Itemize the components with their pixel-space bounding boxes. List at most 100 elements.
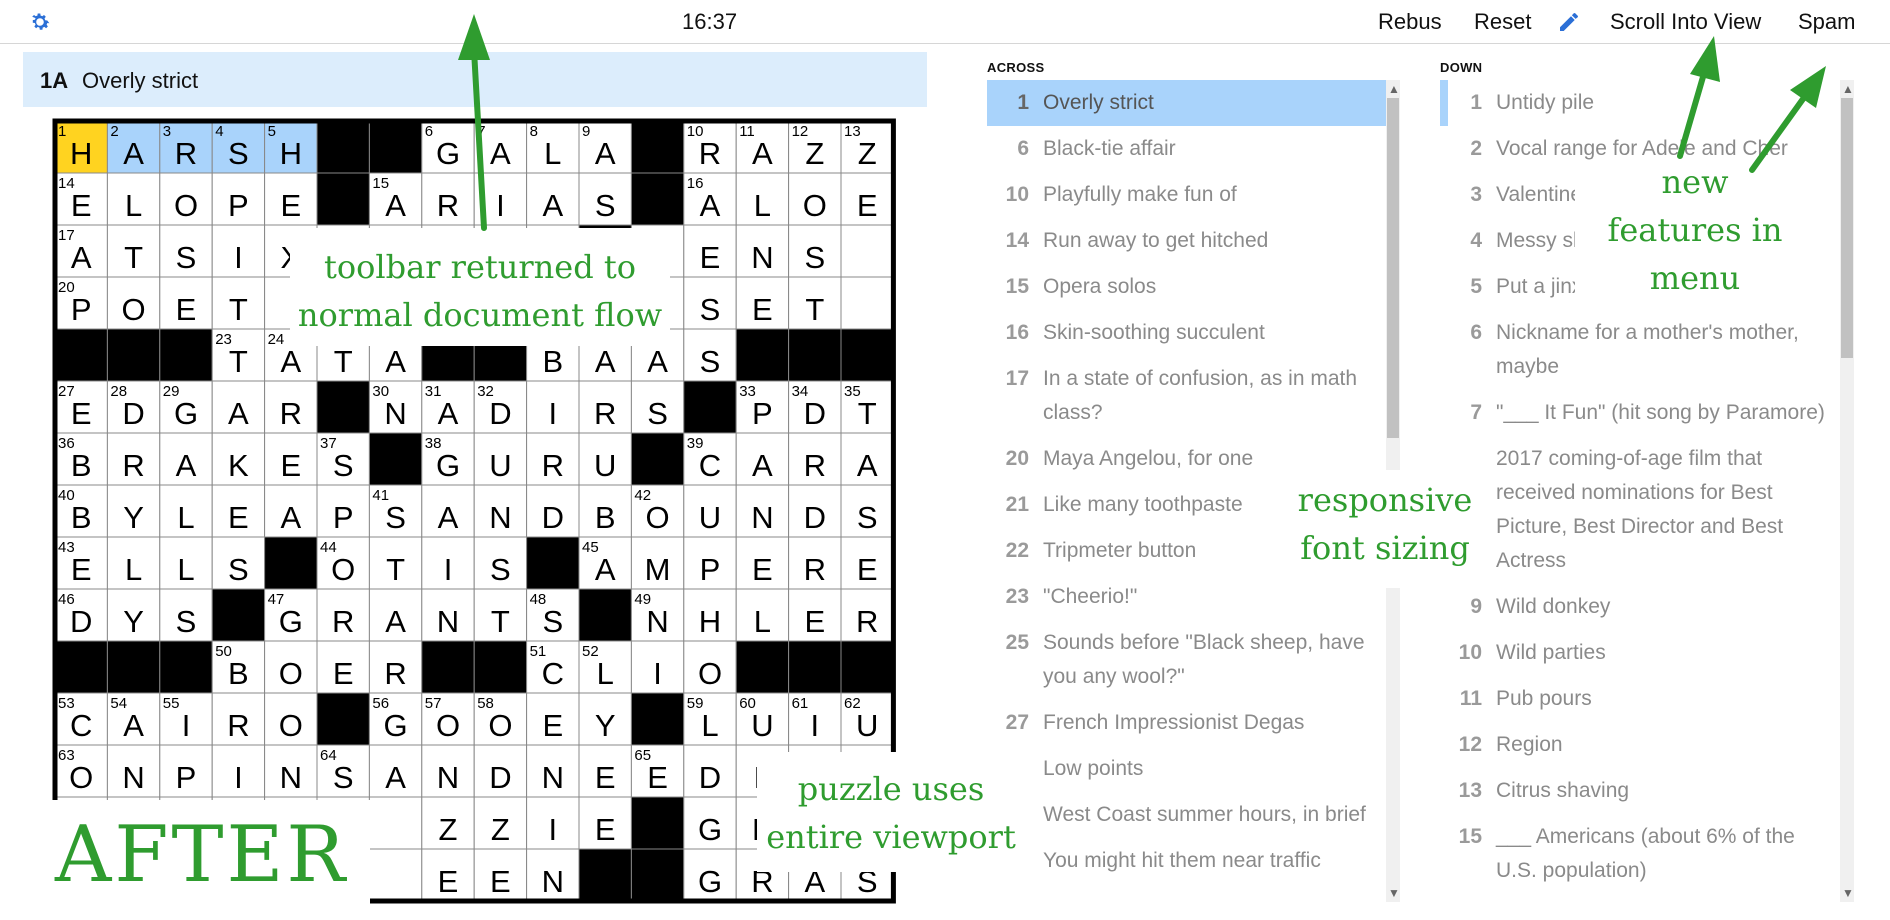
black-square bbox=[211, 588, 266, 642]
cell-letter: A bbox=[280, 500, 301, 535]
cell-letter: P bbox=[176, 760, 197, 795]
cell-letter: S bbox=[542, 604, 563, 639]
cell-letter: L bbox=[177, 552, 194, 587]
black-square bbox=[368, 432, 423, 486]
down-clue-7[interactable]: 7 "___ It Fun" (hit song by Paramore) bbox=[1440, 390, 1838, 436]
cell-letter: I bbox=[496, 188, 505, 223]
clue-number: 13 bbox=[1458, 779, 1482, 802]
black-square bbox=[473, 640, 528, 694]
cell-number: 3 bbox=[163, 123, 171, 140]
cell-letter: E bbox=[804, 604, 825, 639]
reset-button[interactable]: Reset bbox=[1474, 9, 1531, 35]
cell-letter: D bbox=[804, 500, 826, 535]
black-square bbox=[316, 120, 370, 174]
cell-letter: O bbox=[803, 188, 827, 223]
down-clue-12[interactable]: 12 Region bbox=[1440, 722, 1838, 768]
cell-letter: N bbox=[437, 760, 459, 795]
black-square bbox=[630, 172, 685, 226]
across-clue-14[interactable]: 14 Run away to get hitched bbox=[987, 218, 1387, 264]
clue-text: Wild parties bbox=[1496, 641, 1606, 664]
spam-button[interactable]: Spam bbox=[1798, 9, 1855, 35]
cell-letter: A bbox=[123, 136, 144, 171]
cell-letter: R bbox=[122, 448, 144, 483]
black-square bbox=[54, 328, 108, 382]
scroll-up-icon[interactable]: ▲ bbox=[1842, 82, 1854, 96]
annotation-font: responsive font sizing bbox=[1297, 481, 1473, 567]
across-clue-1[interactable]: 1 Overly strict bbox=[987, 80, 1387, 126]
cell-letter: N bbox=[751, 240, 773, 275]
across-clue-10[interactable]: 10 Playfully make fun of bbox=[987, 172, 1387, 218]
across-clue-17[interactable]: 17 In a state of confusion, as in math cl… bbox=[987, 356, 1387, 436]
cell-letter: E bbox=[647, 760, 668, 795]
across-clue-25[interactable]: 25 Sounds before "Black sheep, have you a… bbox=[987, 620, 1387, 700]
down-clue-11[interactable]: 11 Pub pours bbox=[1440, 676, 1838, 722]
down-clue-13[interactable]: 13 Citrus shaving bbox=[1440, 768, 1838, 814]
down-scrollbar[interactable]: ▲ ▼ bbox=[1840, 80, 1854, 902]
across-clue-15[interactable]: 15 Opera solos bbox=[987, 264, 1387, 310]
down-clue-7[interactable]: 2017 coming-of-age film that received no… bbox=[1440, 436, 1838, 584]
gear-icon[interactable] bbox=[28, 10, 52, 34]
across-clue-27[interactable]: 27 French Impressionist Degas bbox=[987, 700, 1387, 746]
rebus-button[interactable]: Rebus bbox=[1378, 9, 1442, 35]
scroll-into-view-button[interactable]: Scroll Into View bbox=[1610, 9, 1761, 35]
cell-letter: G bbox=[436, 136, 460, 171]
cell-letter: A bbox=[700, 188, 721, 223]
across-clue-16[interactable]: 16 Skin-soothing succulent bbox=[987, 310, 1387, 356]
clue-number: 20 bbox=[1005, 447, 1029, 470]
down-scroll-thumb[interactable] bbox=[1841, 98, 1853, 358]
down-clue-1[interactable]: 1 Untidy pile bbox=[1440, 80, 1838, 126]
clue-number: 11 bbox=[1459, 687, 1482, 710]
cell-letter: T bbox=[334, 344, 353, 379]
cell-number: 9 bbox=[582, 123, 590, 140]
cell-letter: I bbox=[234, 240, 243, 275]
across-clue-15[interactable]: You might hit them near traffic bbox=[987, 838, 1387, 884]
cell-letter: A bbox=[857, 448, 878, 483]
cell-letter: N bbox=[646, 604, 668, 639]
down-clue-6[interactable]: 6 Nickname for a mother's mother, maybe bbox=[1440, 310, 1838, 390]
cell-letter: L bbox=[754, 604, 771, 639]
cell-letter: O bbox=[331, 552, 355, 587]
clue-number: 2 bbox=[1470, 137, 1482, 160]
grid-cell[interactable] bbox=[368, 796, 423, 850]
cell-letter: C bbox=[699, 448, 721, 483]
cell-letter: N bbox=[542, 760, 564, 795]
clue-number: 22 bbox=[1005, 539, 1029, 562]
cell-letter: R bbox=[594, 396, 616, 431]
cell-letter: R bbox=[437, 188, 459, 223]
current-clue-number: 1A bbox=[40, 68, 69, 93]
cell-letter: S bbox=[333, 448, 354, 483]
cell-letter: E bbox=[595, 812, 616, 847]
cell-letter: O bbox=[122, 292, 146, 327]
clue-text: Wild donkey bbox=[1496, 595, 1611, 618]
cell-letter: S bbox=[228, 136, 249, 171]
grid-cell[interactable] bbox=[368, 848, 423, 902]
scroll-down-icon[interactable]: ▼ bbox=[1388, 886, 1400, 900]
down-clue-15[interactable]: 15 ___ Americans (about 6% of the U.S. po… bbox=[1440, 814, 1838, 894]
down-clue-10[interactable]: 10 Wild parties bbox=[1440, 630, 1838, 676]
cell-letter: A bbox=[385, 760, 406, 795]
across-scroll-thumb[interactable] bbox=[1387, 98, 1399, 438]
across-clue-14[interactable]: West Coast summer hours, in brief bbox=[987, 792, 1387, 838]
cell-letter: A bbox=[71, 240, 92, 275]
across-clue-13[interactable]: Low points bbox=[987, 746, 1387, 792]
down-clue-9[interactable]: 9 Wild donkey bbox=[1440, 584, 1838, 630]
clue-text: Pub pours bbox=[1496, 687, 1592, 710]
pencil-icon[interactable] bbox=[1557, 10, 1581, 34]
cell-number: 55 bbox=[163, 695, 180, 712]
black-square bbox=[368, 120, 423, 174]
cell-number: 8 bbox=[530, 123, 538, 140]
grid-cell[interactable] bbox=[840, 224, 894, 278]
cell-letter: T bbox=[229, 292, 248, 327]
current-clue-text: Overly strict bbox=[82, 68, 199, 93]
cell-letter: C bbox=[542, 656, 564, 691]
scroll-up-icon[interactable]: ▲ bbox=[1388, 82, 1400, 96]
cell-letter: B bbox=[595, 500, 616, 535]
cell-letter: L bbox=[125, 188, 142, 223]
cell-letter: U bbox=[856, 708, 878, 743]
scroll-down-icon[interactable]: ▼ bbox=[1842, 886, 1854, 900]
across-clue-6[interactable]: 6 Black-tie affair bbox=[987, 126, 1387, 172]
cell-letter: T bbox=[229, 344, 248, 379]
cell-letter: I bbox=[444, 552, 453, 587]
grid-cell[interactable] bbox=[840, 276, 894, 330]
cell-number: 5 bbox=[268, 123, 276, 140]
